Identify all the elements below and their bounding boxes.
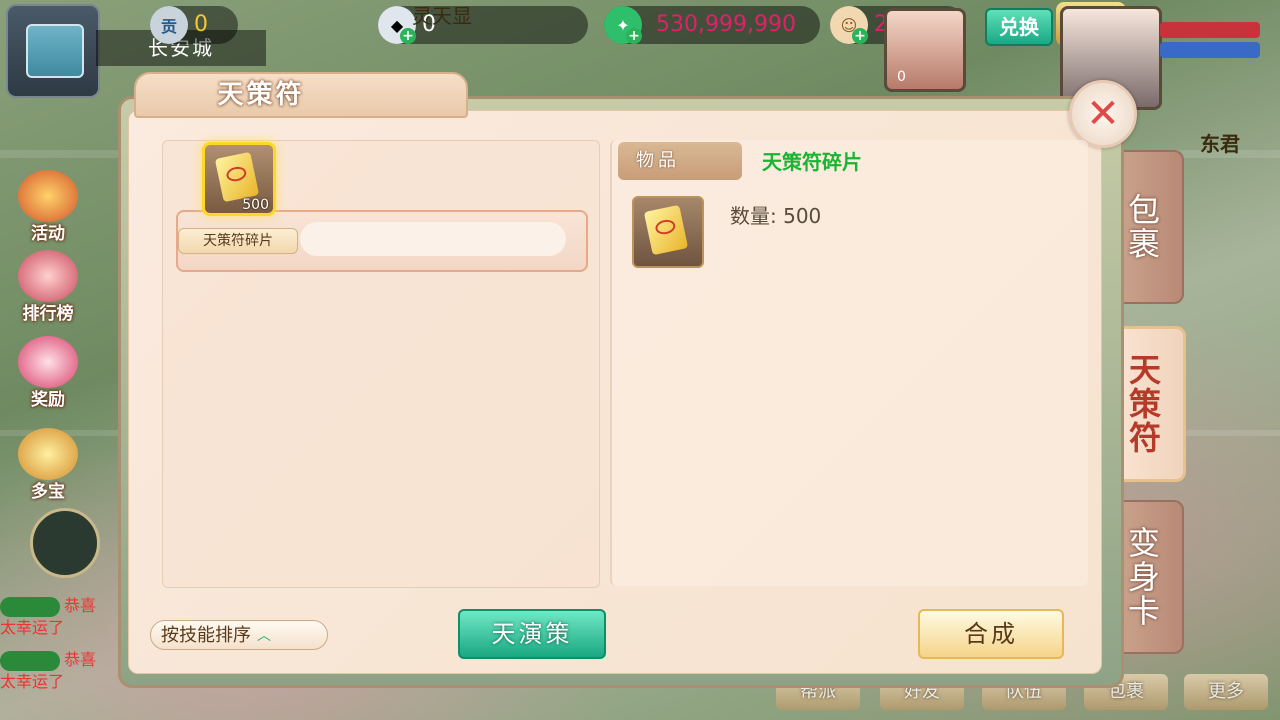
close-icon: ✕ [1086, 91, 1120, 137]
jade-value: 530,999,990 [656, 12, 796, 37]
compose-button[interactable]: 合成 [918, 609, 1064, 659]
map-button[interactable] [6, 4, 100, 98]
chat-bubble-icon[interactable] [30, 508, 100, 578]
detail-quantity: 数量: 500 [730, 204, 822, 228]
menu-duobao-label: 多宝 [31, 482, 65, 502]
detail-item-slot [632, 196, 704, 268]
menu-ranking[interactable]: 排行榜 [10, 250, 86, 324]
tianyan-button[interactable]: 天演策 [458, 609, 606, 659]
contribution-value: 0 [194, 12, 208, 37]
sort-button-label: 按技能排序 [161, 625, 251, 646]
talisman-fragment-icon [643, 204, 689, 256]
silver-top-label: 灵天显 [412, 4, 472, 28]
sort-by-skill-button[interactable]: 按技能排序 ︿ [150, 620, 328, 650]
jade-plus-icon[interactable]: + [626, 28, 642, 44]
close-button[interactable]: ✕ [1069, 80, 1137, 148]
hp-bar [1160, 22, 1260, 38]
menu-rewards[interactable]: 奖励 [10, 336, 86, 410]
detail-item-name: 天策符碎片 [762, 150, 862, 174]
silver-display[interactable]: ◆ + 0 灵天显 [378, 4, 588, 44]
selected-item-slot[interactable]: 500 [202, 142, 276, 216]
map-scroll-icon [26, 24, 84, 78]
gift-icon [18, 336, 78, 388]
list-item-row-track [300, 222, 566, 256]
dialog-title: 天策符 [217, 80, 305, 110]
treasure-icon [18, 428, 78, 480]
pet-avatar-level: 0 [897, 69, 906, 85]
item-count: 500 [242, 197, 269, 213]
npc-name: 东君 [1200, 132, 1240, 156]
chat-text: 太幸运了 [0, 618, 65, 637]
contribution-icon: 贡 [150, 6, 188, 44]
exchange-button[interactable]: 兑换 [985, 8, 1053, 46]
chat-text: 恭喜 [64, 596, 97, 615]
info-tab-label: 物品 [618, 142, 742, 180]
chevron-up-icon: ︿ [257, 628, 271, 644]
menu-duobao[interactable]: 多宝 [10, 428, 86, 502]
talisman-fragment-icon [214, 151, 260, 203]
chat-text: 恭喜 [64, 650, 97, 669]
menu-ranking-label: 排行榜 [22, 304, 74, 324]
pet-avatar[interactable]: 0 [884, 8, 966, 92]
menu-rewards-label: 奖励 [31, 390, 65, 410]
activity-icon [18, 170, 78, 222]
list-item-name: 天策符碎片 [178, 228, 298, 254]
menu-activity-label: 活动 [31, 224, 65, 244]
mp-bar [1160, 42, 1260, 58]
chat-text: 太幸运了 [0, 672, 65, 691]
chat-line: 太幸运了 [0, 614, 64, 642]
jade-display[interactable]: ✦ + 530,999,990 [604, 6, 820, 44]
dialog-title-tab: 天策符 [134, 72, 468, 118]
menu-activity[interactable]: 活动 [10, 170, 86, 244]
silver-plus-icon[interactable]: + [400, 28, 416, 44]
bottom-more-button[interactable]: 更多 [1184, 674, 1268, 710]
contribution-display[interactable]: 贡 0 [150, 6, 238, 44]
ranking-icon [18, 250, 78, 302]
top-bar: 长安城 贡 0 ◆ + 0 灵天显 ✦ + 530,999,990 ☺ + 2,… [0, 0, 1280, 156]
coin-plus-icon[interactable]: + [852, 28, 868, 44]
chat-line: 太幸运了 [0, 668, 64, 696]
